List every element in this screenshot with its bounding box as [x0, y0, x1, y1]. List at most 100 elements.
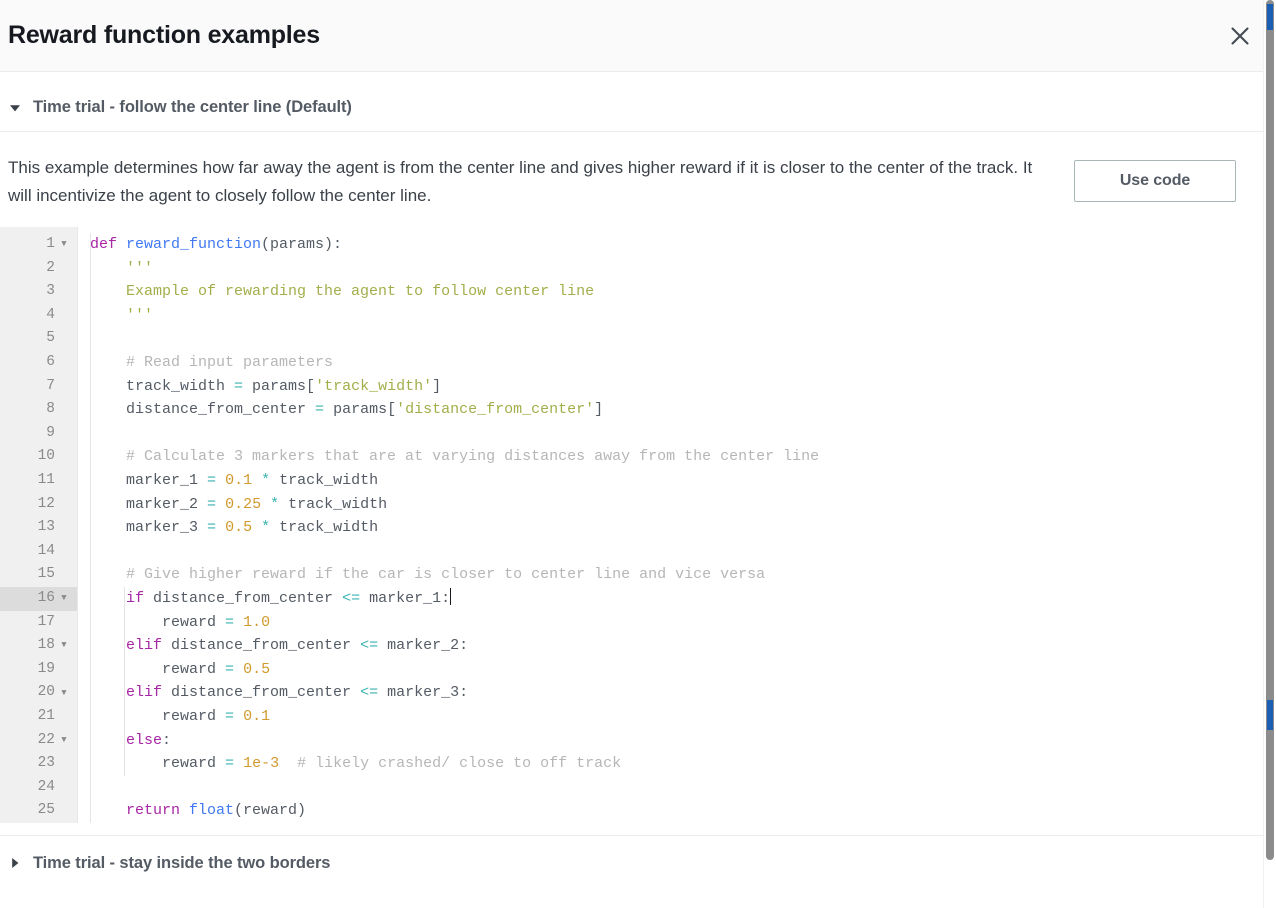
gutter-line[interactable]: 15▼ [0, 563, 77, 587]
code-line[interactable]: # Calculate 3 markers that are at varyin… [90, 445, 1276, 469]
editor-gutter[interactable]: 1▼2▼3▼4▼5▼6▼7▼8▼9▼10▼11▼12▼13▼14▼15▼16▼1… [0, 227, 78, 823]
gutter-line[interactable]: 1 ▼ [0, 233, 77, 257]
fold-caret-icon[interactable]: ▼ [57, 735, 71, 745]
code-token-plain: params[ [243, 377, 316, 395]
accordion-header-two-borders[interactable]: Time trial - stay inside the two borders [0, 836, 1276, 883]
gutter-line[interactable]: 18 ▼ [0, 634, 77, 658]
code-token-op: = [234, 377, 244, 395]
code-line[interactable]: elif distance_from_center <= marker_3: [90, 681, 1276, 705]
gutter-line[interactable]: 12▼ [0, 493, 77, 517]
use-code-button[interactable]: Use code [1074, 160, 1236, 202]
line-number: 14 [37, 542, 55, 559]
fold-caret-icon[interactable]: ▼ [57, 641, 71, 650]
code-line[interactable]: reward = 0.5 [90, 658, 1276, 682]
accordion-header-center-line[interactable]: Time trial - follow the center line (Def… [0, 72, 1276, 131]
code-line[interactable]: Example of rewarding the agent to follow… [90, 280, 1276, 304]
code-token-op: = [225, 660, 235, 678]
code-line[interactable]: reward = 1.0 [90, 611, 1276, 635]
code-token-plain: marker_1: [360, 589, 451, 607]
fold-caret-icon[interactable]: ▼ [57, 240, 71, 249]
code-token-op: = [315, 401, 325, 419]
gutter-line[interactable]: 20 ▼ [0, 681, 77, 705]
page-scrollbar[interactable] [1263, 0, 1276, 908]
code-token-kw: if [126, 589, 145, 607]
code-token-com: # likely crashed/ close to off track [297, 755, 622, 773]
line-number: 25 [37, 802, 55, 819]
gutter-line[interactable]: 5▼ [0, 327, 77, 351]
line-number: 7 [46, 377, 55, 394]
editor-horizontal-scrollbar[interactable] [0, 822, 1276, 835]
gutter-line[interactable]: 9▼ [0, 422, 77, 446]
line-number: 21 [37, 707, 55, 724]
code-line[interactable]: reward = 0.1 [90, 705, 1276, 729]
code-token-plain: reward [90, 755, 226, 773]
code-line[interactable]: marker_1 = 0.1 * track_width [90, 469, 1276, 493]
code-token-plain: reward [90, 613, 226, 631]
code-line[interactable]: ''' [90, 257, 1276, 281]
code-line[interactable]: # Read input parameters [90, 351, 1276, 375]
gutter-line[interactable]: 6▼ [0, 351, 77, 375]
code-token-plain: track_width [279, 495, 388, 513]
line-number: 10 [37, 448, 55, 465]
gutter-line[interactable]: 23▼ [0, 752, 77, 776]
code-token-op: * [261, 519, 271, 537]
code-line[interactable]: track_width = params['track_width'] [90, 375, 1276, 399]
caret-down-icon [8, 101, 22, 115]
code-token-kw: return [126, 802, 190, 820]
gutter-line[interactable]: 14▼ [0, 540, 77, 564]
code-line[interactable] [90, 422, 1276, 446]
code-line[interactable]: marker_2 = 0.25 * track_width [90, 493, 1276, 517]
code-token-str: ''' [126, 259, 154, 277]
gutter-line[interactable]: 11▼ [0, 469, 77, 493]
code-token-num: 0.25 [225, 495, 262, 513]
code-line[interactable]: ''' [90, 304, 1276, 328]
line-number: 4 [46, 306, 55, 323]
gutter-line[interactable]: 10▼ [0, 445, 77, 469]
code-token-com: # Calculate 3 markers that are at varyin… [126, 448, 820, 466]
code-line[interactable]: else: [90, 729, 1276, 753]
code-line[interactable]: if distance_from_center <= marker_1: [90, 587, 1276, 611]
gutter-line[interactable]: 21▼ [0, 705, 77, 729]
code-line[interactable]: marker_3 = 0.5 * track_width [90, 516, 1276, 540]
page-scrollbar-thumb[interactable] [1266, 0, 1274, 860]
editor-code-area[interactable]: def reward_function(params): ''' Example… [78, 227, 1276, 823]
code-line[interactable]: return float(reward) [90, 799, 1276, 823]
code-line[interactable]: reward = 1e-3 # likely crashed/ close to… [90, 752, 1276, 776]
gutter-line[interactable]: 17▼ [0, 611, 77, 635]
gutter-line[interactable]: 2▼ [0, 257, 77, 281]
gutter-line[interactable]: 24▼ [0, 776, 77, 800]
code-line[interactable]: # Give higher reward if the car is close… [90, 563, 1276, 587]
gutter-line[interactable]: 8▼ [0, 398, 77, 422]
gutter-line[interactable]: 25▼ [0, 799, 77, 823]
gutter-line[interactable]: 22 ▼ [0, 729, 77, 753]
line-number: 13 [37, 519, 55, 536]
code-line[interactable]: distance_from_center = params['distance_… [90, 398, 1276, 422]
code-line[interactable]: def reward_function(params): [90, 233, 1276, 257]
code-token-op: = [207, 495, 217, 513]
code-line[interactable]: elif distance_from_center <= marker_2: [90, 634, 1276, 658]
gutter-line[interactable]: 19▼ [0, 658, 77, 682]
gutter-line[interactable]: 3▼ [0, 280, 77, 304]
gutter-line[interactable]: 4▼ [0, 304, 77, 328]
gutter-line[interactable]: 16 ▼ [0, 586, 77, 611]
code-line[interactable] [90, 327, 1276, 351]
fold-caret-icon[interactable]: ▼ [57, 688, 71, 698]
code-token-com: # Read input parameters [126, 354, 334, 372]
gutter-line[interactable]: 13▼ [0, 516, 77, 540]
code-line[interactable] [90, 540, 1276, 564]
fold-caret-icon[interactable]: ▼ [57, 594, 71, 603]
code-token-plain: distance_from_center [90, 401, 316, 419]
line-number: 22 [37, 731, 55, 748]
code-token-plain: track_width [270, 472, 379, 489]
code-editor[interactable]: 1▼2▼3▼4▼5▼6▼7▼8▼9▼10▼11▼12▼13▼14▼15▼16▼1… [0, 227, 1276, 823]
code-token-fn: float [189, 802, 235, 820]
close-icon[interactable] [1222, 18, 1258, 54]
gutter-line[interactable]: 7▼ [0, 375, 77, 399]
code-line[interactable] [90, 776, 1276, 800]
